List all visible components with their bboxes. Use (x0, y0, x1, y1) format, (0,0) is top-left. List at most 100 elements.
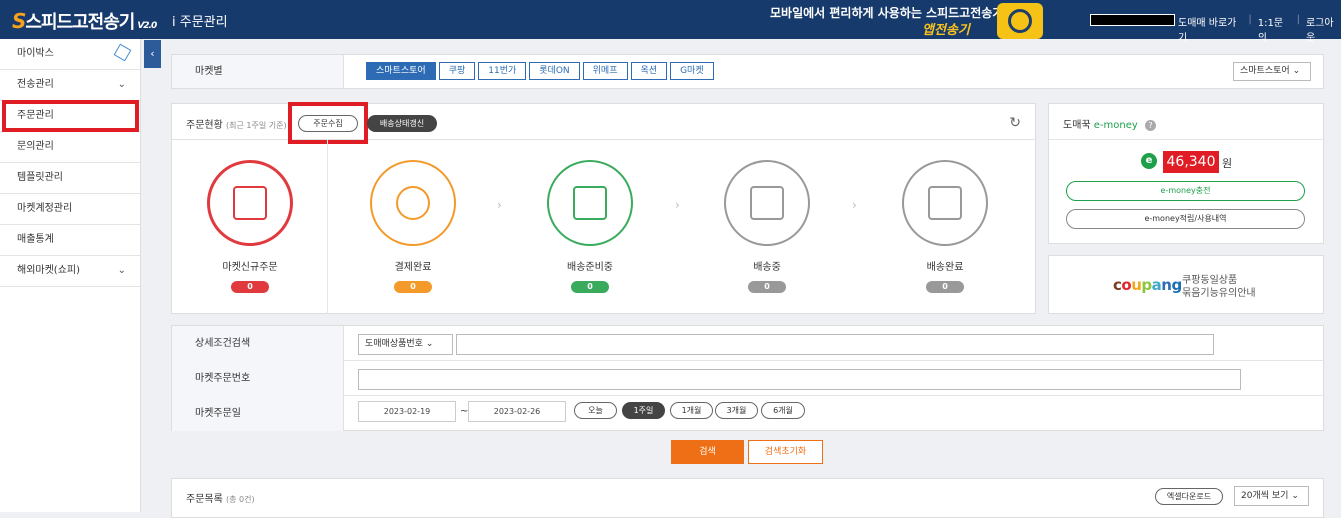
coupang-notice[interactable]: coupang 쿠팡동일상품 묶음기능유의안내 (1048, 255, 1324, 314)
coin-icon (370, 160, 456, 246)
receipt-icon (207, 160, 293, 246)
sidebar: 마이박스 전송관리 ⌄ 주문관리 문의관리 템플릿관리 마켓계정관리 매출통계 … (0, 39, 141, 512)
emoney-history-button[interactable]: e-money적립/사용내역 (1066, 209, 1305, 229)
tab-wemakeprice[interactable]: 위메프 (582, 62, 628, 80)
link-inquiry[interactable]: 1:1문의 (1258, 14, 1291, 44)
page-title: i 주문관리 (172, 15, 228, 30)
stage-shipping[interactable]: 배송중 0 (722, 160, 812, 293)
stage-label: 배송중 (753, 262, 781, 273)
market-filter: 마켓별 스마트스토어 쿠팡 11번가 롯데ON 위메프 옥션 G마켓 스마트스토… (171, 54, 1324, 89)
tab-11st[interactable]: 11번가 (478, 62, 527, 80)
detail-search-select[interactable]: 도매매상품번호 ⌄ (358, 334, 453, 355)
emoney-title-suffix: e-money (1093, 120, 1138, 131)
sidebar-item-label: 템플릿관리 (17, 172, 63, 183)
highlight-box (288, 102, 368, 144)
stage-count: 0 (571, 281, 609, 293)
truck-icon (724, 160, 810, 246)
stage-paid[interactable]: 결제완료 0 (368, 160, 458, 293)
excel-download-button[interactable]: 엑셀다운로드 (1155, 488, 1223, 505)
sidebar-item-label: 전송관리 (17, 79, 54, 90)
order-list-title: 주문목록 (총 0건) (186, 490, 255, 505)
search-button[interactable]: 검색 (671, 440, 744, 464)
help-icon[interactable]: ? (1145, 120, 1157, 131)
sidebar-collapse-button[interactable]: ‹ (144, 40, 161, 68)
stage-preparing[interactable]: 배송준비중 0 (545, 160, 635, 293)
sidebar-item-sales-stats[interactable]: 매출통계 (0, 225, 140, 256)
tab-lotteon[interactable]: 롯데ON (529, 62, 580, 80)
sidebar-item-templates[interactable]: 템플릿관리 (0, 163, 140, 194)
chevron-right-icon: › (852, 198, 857, 212)
market-select[interactable]: 스마트스토어 ⌄ (1233, 62, 1311, 81)
sidebar-item-overseas[interactable]: 해외마켓(쇼피) ⌄ (0, 256, 140, 287)
page-size-value: 20개씩 보기 (1241, 491, 1289, 501)
sidebar-item-inquiries[interactable]: 문의관리 (0, 132, 140, 163)
range-6month-button[interactable]: 6개월 (761, 402, 805, 419)
search-form: 상세조건검색 도매매상품번호 ⌄ 마켓주문번호 마켓주문일 2023-02-19… (171, 325, 1324, 431)
sidebar-item-transfer[interactable]: 전송관리 ⌄ (0, 70, 140, 101)
sidebar-item-label: 해외마켓(쇼피) (17, 265, 81, 276)
detail-search-input[interactable] (456, 334, 1214, 355)
emoney-charge-button[interactable]: e-money충전 (1066, 181, 1305, 201)
promo-brand[interactable]: 앱전송기 (922, 19, 970, 38)
tab-smartstore[interactable]: 스마트스토어 (366, 62, 436, 80)
sidebar-item-label: 마이박스 (17, 48, 54, 59)
range-today-button[interactable]: 오늘 (574, 402, 617, 419)
stage-new-orders[interactable]: 마켓신규주문 0 (205, 160, 295, 293)
emoney-icon: e (1141, 153, 1157, 169)
range-3month-button[interactable]: 3개월 (715, 402, 758, 419)
order-no-input[interactable] (358, 369, 1241, 390)
market-label: 마켓별 (172, 55, 344, 88)
reload-icon[interactable]: ↻ (1009, 115, 1021, 131)
chevron-right-icon: › (497, 198, 502, 212)
date-from-input[interactable]: 2023-02-19 (358, 401, 456, 422)
sidebar-item-label: 마켓계정관리 (17, 203, 73, 214)
sidebar-item-label: 매출통계 (17, 234, 54, 245)
link-logout[interactable]: 로그아웃 (1306, 14, 1341, 44)
search-row-order-no: 마켓주문번호 (172, 361, 1323, 396)
coupang-line2: 묶음기능유의안내 (1182, 288, 1256, 299)
page-size-select[interactable]: 20개씩 보기 ⌄ (1234, 486, 1309, 506)
sidebar-item-orders[interactable]: 주문관리 (0, 100, 140, 132)
order-status-header: 주문현황 (최근 1주일 기준) 주문수집 배송상태갱신 ↻ (172, 102, 1035, 144)
range-1month-button[interactable]: 1개월 (670, 402, 713, 419)
order-status-subtitle: (최근 1주일 기준) (226, 121, 287, 130)
emoney-unit: 원 (1222, 157, 1233, 170)
chevron-down-icon: ⌄ (1292, 66, 1301, 76)
emoney-panel: 도매꾹 e-money ? e 46,340 원 e-money충전 e-mon… (1048, 103, 1324, 244)
range-1week-button[interactable]: 1주일 (622, 402, 665, 419)
chevron-down-icon: ⌄ (117, 265, 126, 276)
promo-banner-text[interactable]: 모바일에서 편리하게 사용하는 스피드고전송기! (770, 4, 1009, 21)
tab-auction[interactable]: 옥션 (630, 62, 668, 80)
box-icon (902, 160, 988, 246)
stage-label: 배송완료 (926, 262, 964, 273)
stage-label: 결제완료 (394, 262, 432, 273)
detail-search-select-value: 도매매상품번호 (365, 339, 423, 349)
order-list-panel: 주문목록 (총 0건) 엑셀다운로드 20개씩 보기 ⌄ (171, 478, 1324, 518)
reset-search-button[interactable]: 검색초기화 (748, 440, 823, 464)
link-domeme[interactable]: 도매매 바로가기 (1178, 14, 1242, 44)
app-promo-icon[interactable] (997, 3, 1043, 39)
stage-count: 0 (231, 281, 269, 293)
order-no-label: 마켓주문번호 (172, 361, 344, 396)
cube-icon (113, 43, 132, 62)
stage-count: 0 (748, 281, 786, 293)
tab-gmarket[interactable]: G마켓 (670, 62, 714, 80)
emoney-amount: 46,340 (1163, 151, 1219, 173)
app-logo[interactable]: S스피드고전송기 V2.0 (12, 8, 157, 34)
sidebar-item-mybox[interactable]: 마이박스 (0, 39, 140, 70)
sidebar-item-market-accounts[interactable]: 마켓계정관리 (0, 194, 140, 225)
coupang-line1: 쿠팡동일상품 (1182, 275, 1238, 286)
market-select-value: 스마트스토어 (1240, 66, 1290, 76)
date-to-input[interactable]: 2023-02-26 (468, 401, 566, 422)
stage-delivered[interactable]: 배송완료 0 (900, 160, 990, 293)
logo-version: V2.0 (137, 21, 157, 31)
redacted-username (1090, 14, 1175, 26)
coupang-notice-text: 쿠팡동일상품 묶음기능유의안내 (1182, 274, 1256, 300)
order-date-label: 마켓주문일 (172, 396, 344, 431)
chevron-down-icon: ⌄ (425, 339, 434, 349)
stage-label: 마켓신규주문 (222, 262, 278, 273)
stage-label: 배송준비중 (567, 262, 613, 273)
tab-coupang[interactable]: 쿠팡 (438, 62, 476, 80)
refresh-shipping-button[interactable]: 배송상태갱신 (367, 115, 437, 132)
market-tabs: 스마트스토어 쿠팡 11번가 롯데ON 위메프 옥션 G마켓 (366, 62, 714, 80)
